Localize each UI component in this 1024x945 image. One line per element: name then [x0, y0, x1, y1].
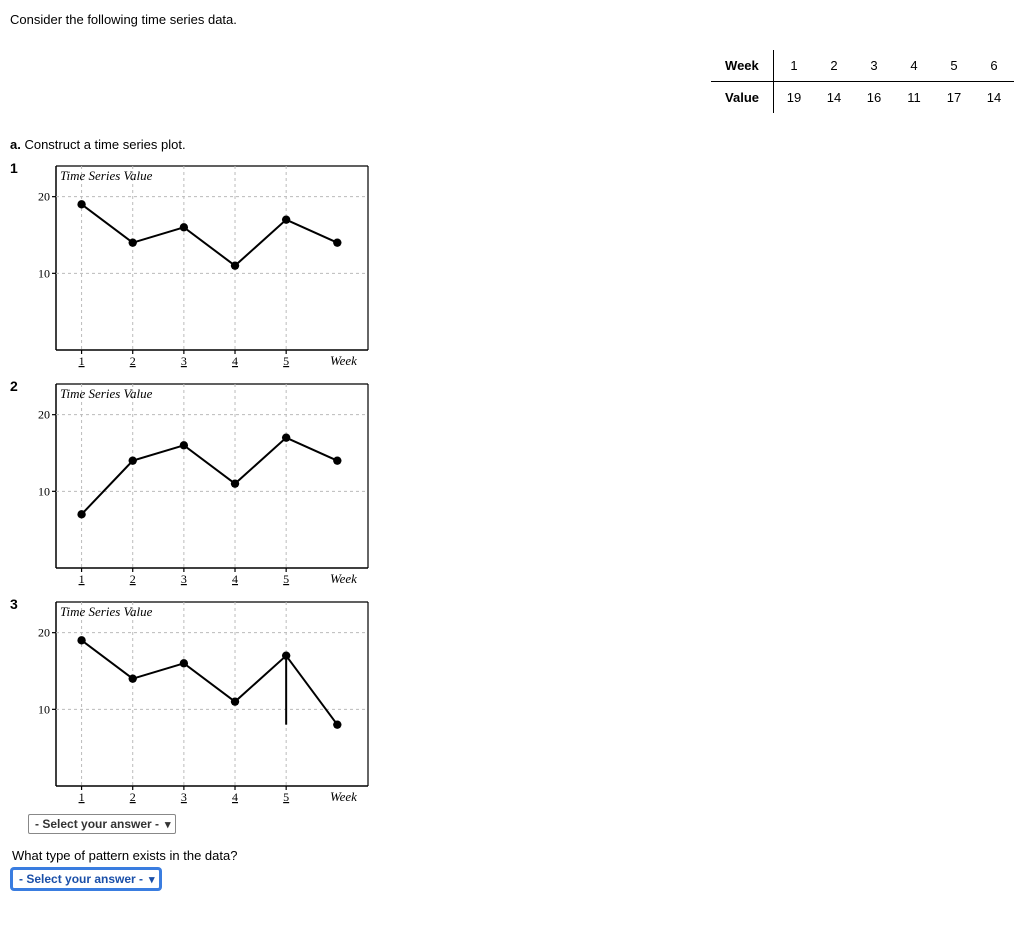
svg-text:Time Series Value: Time Series Value — [60, 168, 153, 183]
chevron-down-icon: ▾ — [149, 873, 155, 886]
svg-text:1: 1 — [79, 572, 85, 586]
svg-text:Week: Week — [330, 571, 357, 586]
select-placeholder: - Select your answer - — [19, 872, 143, 886]
charts-container: 1 102012345Time Series ValueWeek 2 10201… — [10, 160, 1014, 806]
week-cell: 4 — [894, 50, 934, 82]
svg-text:4: 4 — [232, 790, 238, 804]
select-placeholder: - Select your answer - — [35, 817, 159, 831]
svg-text:10: 10 — [38, 484, 50, 498]
value-cell: 14 — [974, 82, 1014, 114]
svg-text:2: 2 — [130, 790, 136, 804]
question-a-text: Construct a time series plot. — [21, 137, 186, 152]
svg-text:3: 3 — [181, 572, 187, 586]
page: Consider the following time series data.… — [0, 0, 1024, 909]
svg-text:5: 5 — [283, 354, 289, 368]
question-a-label: a. — [10, 137, 21, 152]
week-cell: 5 — [934, 50, 974, 82]
chart-svg-3: 10 20 1 2 3 4 5 Time Series Value Week — [28, 596, 378, 806]
svg-text:1: 1 — [79, 354, 85, 368]
svg-text:4: 4 — [232, 354, 238, 368]
top-row: Consider the following time series data.… — [10, 10, 1014, 113]
table-row: Value 19 14 16 11 17 14 — [711, 82, 1014, 114]
select-chart-answer[interactable]: - Select your answer - ▾ — [28, 814, 176, 834]
value-cell: 11 — [894, 82, 934, 114]
svg-text:20: 20 — [38, 408, 50, 422]
svg-text:4: 4 — [232, 572, 238, 586]
followup-question: What type of pattern exists in the data? — [12, 848, 1014, 863]
value-cell: 17 — [934, 82, 974, 114]
chart-number: 1 — [10, 160, 28, 176]
chevron-down-icon: ▾ — [165, 818, 171, 831]
svg-text:20: 20 — [38, 626, 50, 640]
chart-option-1[interactable]: 1 10 20 1 2 3 4 5 Time Series Value Week — [10, 160, 1014, 370]
svg-text:Time Series Value: Time Series Value — [60, 604, 153, 619]
svg-text:Week: Week — [330, 353, 357, 368]
svg-text:Time Series Value: Time Series Value — [60, 386, 153, 401]
svg-text:Week: Week — [330, 789, 357, 804]
week-cell: 6 — [974, 50, 1014, 82]
chart-svg-2: 10 20 1 2 3 4 5 Time Series Value Week — [28, 378, 378, 588]
svg-text:2: 2 — [130, 572, 136, 586]
select-pattern-answer[interactable]: - Select your answer - ▾ — [12, 869, 160, 889]
svg-text:1: 1 — [79, 790, 85, 804]
week-cell: 1 — [774, 50, 815, 82]
row-label-value: Value — [711, 82, 773, 114]
svg-text:3: 3 — [181, 790, 187, 804]
svg-text:2: 2 — [130, 354, 136, 368]
svg-text:20: 20 — [38, 190, 50, 204]
question-a: a. Construct a time series plot. — [10, 137, 1014, 152]
svg-text:5: 5 — [283, 790, 289, 804]
value-cell: 16 — [854, 82, 894, 114]
data-table: Week 1 2 3 4 5 6 Value 19 14 16 11 17 14 — [711, 50, 1014, 113]
chart-option-2[interactable]: 2 10 20 1 2 3 4 5 Time Series Value Week — [10, 378, 1014, 588]
table-row: Week 1 2 3 4 5 6 — [711, 50, 1014, 82]
chart-number: 3 — [10, 596, 28, 612]
prompt-text: Consider the following time series data. — [10, 10, 237, 27]
week-cell: 2 — [814, 50, 854, 82]
chart-svg-1: 10 20 1 2 3 4 5 Time Series Value Week — [28, 160, 378, 370]
value-cell: 14 — [814, 82, 854, 114]
chart-option-3[interactable]: 3 10 20 1 2 3 4 5 Time Series Value Week — [10, 596, 1014, 806]
svg-text:10: 10 — [38, 702, 50, 716]
chart-number: 2 — [10, 378, 28, 394]
value-cell: 19 — [774, 82, 815, 114]
svg-text:10: 10 — [38, 266, 50, 280]
svg-text:5: 5 — [283, 572, 289, 586]
row-label-week: Week — [711, 50, 773, 82]
svg-text:3: 3 — [181, 354, 187, 368]
week-cell: 3 — [854, 50, 894, 82]
